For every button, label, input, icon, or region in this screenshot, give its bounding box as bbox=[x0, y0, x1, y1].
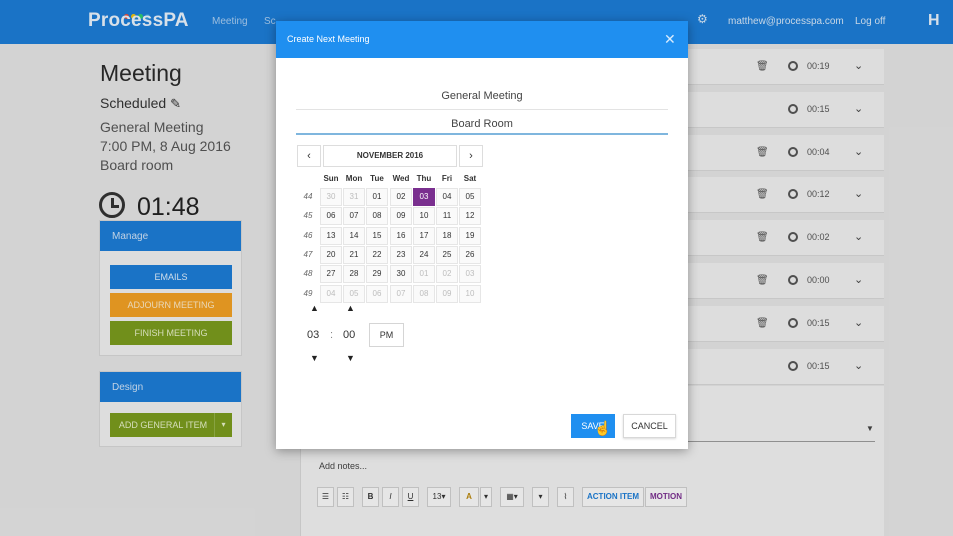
calendar-day[interactable]: 02 bbox=[436, 265, 458, 283]
time-separator: : bbox=[330, 329, 334, 341]
week-number: 49 bbox=[303, 289, 313, 298]
calendar-day[interactable]: 09 bbox=[390, 207, 412, 225]
weekday-header: Thu bbox=[416, 174, 432, 183]
calendar-day[interactable]: 15 bbox=[366, 227, 388, 245]
calendar-day[interactable]: 14 bbox=[343, 227, 365, 245]
calendar-day[interactable]: 22 bbox=[366, 246, 388, 264]
weekday-header: Mon bbox=[345, 174, 363, 183]
calendar-day[interactable]: 09 bbox=[436, 285, 458, 303]
calendar-day[interactable]: 25 bbox=[436, 246, 458, 264]
location-underline bbox=[296, 133, 668, 135]
hour-up-icon[interactable]: ▲ bbox=[310, 303, 319, 313]
calendar-day[interactable]: 05 bbox=[459, 188, 481, 206]
calendar-day[interactable]: 26 bbox=[459, 246, 481, 264]
calendar-day[interactable]: 27 bbox=[320, 265, 342, 283]
weekday-header: Fri bbox=[441, 174, 453, 183]
create-next-meeting-dialog: Create Next Meeting ✕ General Meeting Bo… bbox=[276, 21, 688, 449]
location-field[interactable]: Board Room bbox=[296, 118, 668, 130]
calendar-day[interactable]: 10 bbox=[413, 207, 435, 225]
week-number: 46 bbox=[303, 231, 313, 240]
calendar-day[interactable]: 11 bbox=[436, 207, 458, 225]
chevron-right-icon[interactable]: › bbox=[459, 145, 483, 167]
meridiem-toggle[interactable]: PM bbox=[369, 323, 404, 347]
calendar-day[interactable]: 06 bbox=[320, 207, 342, 225]
calendar-day[interactable]: 07 bbox=[390, 285, 412, 303]
calendar-day[interactable]: 01 bbox=[366, 188, 388, 206]
calendar-day[interactable]: 23 bbox=[390, 246, 412, 264]
dialog-header: Create Next Meeting ✕ bbox=[276, 21, 688, 58]
calendar-day[interactable]: 07 bbox=[343, 207, 365, 225]
calendar-day[interactable]: 04 bbox=[320, 285, 342, 303]
calendar-day[interactable]: 05 bbox=[343, 285, 365, 303]
week-number: 47 bbox=[303, 250, 313, 259]
close-icon[interactable]: ✕ bbox=[664, 31, 676, 48]
calendar-day[interactable]: 03 bbox=[459, 265, 481, 283]
weekday-header: Sat bbox=[463, 174, 477, 183]
calendar-day[interactable]: 24 bbox=[413, 246, 435, 264]
week-number: 45 bbox=[303, 211, 313, 220]
calendar-day[interactable]: 30 bbox=[320, 188, 342, 206]
calendar-day[interactable]: 13 bbox=[320, 227, 342, 245]
calendar-day[interactable]: 31 bbox=[343, 188, 365, 206]
hour-value[interactable]: 03 bbox=[307, 329, 319, 341]
calendar-day[interactable]: 20 bbox=[320, 246, 342, 264]
minute-up-icon[interactable]: ▲ bbox=[346, 303, 355, 313]
weekday-header: Wed bbox=[392, 174, 410, 183]
meeting-type-underline bbox=[296, 109, 668, 110]
week-number: 48 bbox=[303, 269, 313, 278]
calendar-day[interactable]: 08 bbox=[413, 285, 435, 303]
calendar-day[interactable]: 03 bbox=[413, 188, 435, 206]
calendar-day[interactable]: 18 bbox=[436, 227, 458, 245]
meeting-type-field[interactable]: General Meeting bbox=[296, 90, 668, 102]
dialog-title: Create Next Meeting bbox=[287, 34, 370, 44]
calendar-day[interactable]: 01 bbox=[413, 265, 435, 283]
hand-cursor-icon: ☝ bbox=[594, 420, 612, 436]
calendar-day[interactable]: 17 bbox=[413, 227, 435, 245]
week-number: 44 bbox=[303, 192, 313, 201]
calendar-day[interactable]: 30 bbox=[390, 265, 412, 283]
hour-down-icon[interactable]: ▼ bbox=[310, 353, 319, 363]
calendar-day[interactable]: 19 bbox=[459, 227, 481, 245]
calendar-day[interactable]: 04 bbox=[436, 188, 458, 206]
minute-down-icon[interactable]: ▼ bbox=[346, 353, 355, 363]
calendar-day[interactable]: 29 bbox=[366, 265, 388, 283]
calendar-day[interactable]: 06 bbox=[366, 285, 388, 303]
weekday-header: Sun bbox=[323, 174, 339, 183]
chevron-left-icon[interactable]: ‹ bbox=[297, 145, 321, 167]
minute-value[interactable]: 00 bbox=[343, 329, 355, 341]
calendar-month-button[interactable]: NOVEMBER 2016 bbox=[323, 145, 457, 167]
calendar-day[interactable]: 12 bbox=[459, 207, 481, 225]
calendar-day[interactable]: 08 bbox=[366, 207, 388, 225]
calendar-day[interactable]: 28 bbox=[343, 265, 365, 283]
weekday-header: Tue bbox=[370, 174, 384, 183]
cancel-button[interactable]: CANCEL bbox=[623, 414, 676, 438]
calendar-day[interactable]: 10 bbox=[459, 285, 481, 303]
calendar-day[interactable]: 16 bbox=[390, 227, 412, 245]
calendar-day[interactable]: 02 bbox=[390, 188, 412, 206]
calendar-day[interactable]: 21 bbox=[343, 246, 365, 264]
